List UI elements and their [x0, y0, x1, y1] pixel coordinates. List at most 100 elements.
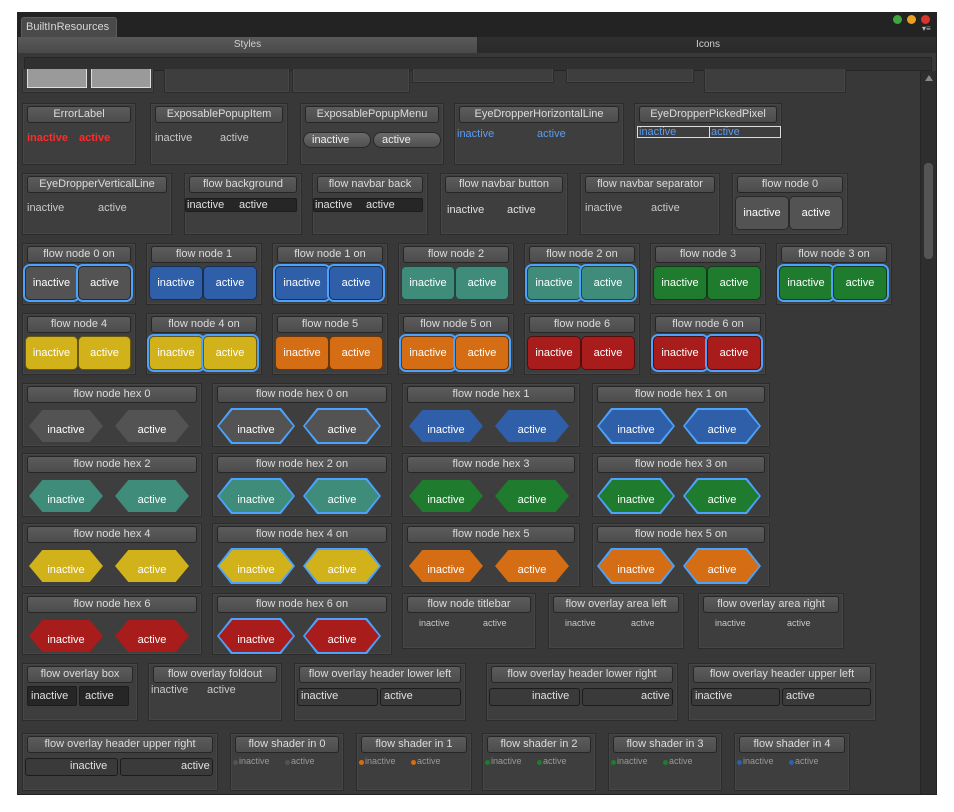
style-name-button[interactable]: ExposablePopupMenu: [305, 106, 439, 123]
active-popup[interactable]: active: [373, 132, 441, 148]
style-name-button[interactable]: flow node 2: [403, 246, 509, 263]
style-name-button[interactable]: flow overlay header lower right: [491, 666, 673, 683]
style-card-flow-background[interactable]: flow background inactive active: [184, 173, 302, 235]
style-card-flow-overlay-header-upper-right[interactable]: flow overlay header upper right inactive a…: [22, 733, 218, 791]
style-name-button[interactable]: EyeDropperVerticalLine: [27, 176, 167, 193]
style-name-button[interactable]: flow overlay header upper left: [693, 666, 871, 683]
style-name-button[interactable]: flow node hex 3 on: [597, 456, 765, 473]
style-card-flow-shader-in-0[interactable]: flow shader in 0 inactive active: [230, 733, 344, 791]
style-card-flow-navbar-back[interactable]: flow navbar back inactive active: [312, 173, 428, 235]
style-name-button[interactable]: flow overlay header upper right: [27, 736, 213, 753]
style-card-flow-node-2[interactable]: flow node 2 inactive active: [398, 243, 514, 305]
minimize-button[interactable]: [893, 15, 902, 24]
inactive-popup[interactable]: inactive: [303, 132, 371, 148]
style-name-button[interactable]: flow overlay area right: [703, 596, 839, 613]
style-card-flow-node-hex-2[interactable]: flow node hex 2 inactive active: [22, 453, 202, 517]
style-name-button[interactable]: flow node 4: [27, 316, 131, 333]
style-card-flow-node-0[interactable]: flow node 0 inactive active: [732, 173, 848, 235]
style-name-button[interactable]: flow shader in 2: [487, 736, 591, 753]
style-card-flow-shader-in-3[interactable]: flow shader in 3 inactive active: [608, 733, 722, 791]
style-name-button[interactable]: flow node 5: [277, 316, 383, 333]
style-name-button[interactable]: flow node hex 5 on: [597, 526, 765, 543]
style-name-button[interactable]: flow navbar back: [317, 176, 423, 193]
style-card-flow-node-hex-3[interactable]: flow node hex 3 inactive active: [402, 453, 580, 517]
style-card-eyedropperpickedpixel[interactable]: EyeDropperPickedPixel inactive active: [634, 103, 782, 165]
style-card-flow-node-hex-2-on[interactable]: flow node hex 2 on inactive active: [212, 453, 392, 517]
style-card-flow-node-4[interactable]: flow node 4 inactive active: [22, 313, 136, 375]
style-name-button[interactable]: flow shader in 0: [235, 736, 339, 753]
style-name-button[interactable]: flow overlay area left: [553, 596, 679, 613]
style-name-button[interactable]: flow node hex 2: [27, 456, 197, 473]
style-name-button[interactable]: flow navbar button: [445, 176, 563, 193]
style-name-button[interactable]: flow overlay box: [27, 666, 133, 683]
style-name-button[interactable]: flow node 4 on: [151, 316, 257, 333]
style-card-flow-overlay-foldout[interactable]: flow overlay foldout inactive active: [148, 663, 282, 721]
style-card-flow-node-titlebar[interactable]: flow node titlebar inactive active: [402, 593, 536, 649]
style-card-exposablepopupitem[interactable]: ExposablePopupItem inactive active: [150, 103, 288, 165]
style-card-flow-node-5[interactable]: flow node 5 inactive active: [272, 313, 388, 375]
style-card-flow-node-3[interactable]: flow node 3 inactive active: [650, 243, 766, 305]
style-name-button[interactable]: flow node 6 on: [655, 316, 761, 333]
style-name-button[interactable]: flow overlay header lower left: [299, 666, 461, 683]
style-card-flow-node-6-on[interactable]: flow node 6 on inactive active: [650, 313, 766, 375]
style-name-button[interactable]: flow navbar separator: [585, 176, 715, 193]
style-card-flow-shader-in-1[interactable]: flow shader in 1 inactive active: [356, 733, 472, 791]
style-name-button[interactable]: flow shader in 4: [739, 736, 845, 753]
style-card-flow-node-hex-0[interactable]: flow node hex 0 inactive active: [22, 383, 202, 447]
icons-tab[interactable]: Icons: [478, 37, 936, 53]
style-name-button[interactable]: ErrorLabel: [27, 106, 131, 123]
style-card-flow-node-hex-4[interactable]: flow node hex 4 inactive active: [22, 523, 202, 587]
style-card-errorlabel[interactable]: ErrorLabel inactive active: [22, 103, 136, 165]
style-name-button[interactable]: EyeDropperHorizontalLine: [459, 106, 619, 123]
style-name-button[interactable]: flow node hex 4 on: [217, 526, 387, 543]
scroll-up-icon[interactable]: [925, 75, 933, 81]
style-name-button[interactable]: flow node hex 6: [27, 596, 197, 613]
style-name-button[interactable]: flow node hex 6 on: [217, 596, 387, 613]
style-name-button[interactable]: flow shader in 3: [613, 736, 717, 753]
window-tab[interactable]: BuiltInResources: [21, 17, 117, 37]
style-card-flow-overlay-box[interactable]: flow overlay box inactive active: [22, 663, 138, 721]
style-card-flow-node-hex-5[interactable]: flow node hex 5 inactive active: [402, 523, 580, 587]
style-name-button[interactable]: flow node 5 on: [403, 316, 509, 333]
style-card-flow-node-3-on[interactable]: flow node 3 on inactive active: [776, 243, 892, 305]
style-name-button[interactable]: flow node hex 1 on: [597, 386, 765, 403]
style-card-flow-overlay-area-left[interactable]: flow overlay area left inactive active: [548, 593, 684, 649]
style-name-button[interactable]: flow node 0: [737, 176, 843, 193]
style-name-button[interactable]: flow node hex 4: [27, 526, 197, 543]
style-card-flow-node-hex-6-on[interactable]: flow node hex 6 on inactive active: [212, 593, 392, 655]
maximize-button[interactable]: [907, 15, 916, 24]
style-card-flow-navbar-separator[interactable]: flow navbar separator inactive active: [580, 173, 720, 235]
style-name-button[interactable]: flow node 3: [655, 246, 761, 263]
style-card-flow-shader-in-2[interactable]: flow shader in 2 inactive active: [482, 733, 596, 791]
context-menu-icon[interactable]: ▾≡: [922, 25, 932, 33]
vertical-scrollbar[interactable]: [920, 71, 936, 794]
style-name-button[interactable]: flow node 1: [151, 246, 257, 263]
style-card-flow-node-hex-6[interactable]: flow node hex 6 inactive active: [22, 593, 202, 655]
style-card-flow-node-1[interactable]: flow node 1 inactive active: [146, 243, 262, 305]
style-name-button[interactable]: flow node hex 1: [407, 386, 575, 403]
style-card-flow-node-hex-3-on[interactable]: flow node hex 3 on inactive active: [592, 453, 770, 517]
style-card-flow-node-0-on[interactable]: flow node 0 on inactive active: [22, 243, 136, 305]
style-card-flow-node-hex-5-on[interactable]: flow node hex 5 on inactive active: [592, 523, 770, 587]
styles-tab[interactable]: Styles: [18, 37, 478, 53]
style-card-flow-node-1-on[interactable]: flow node 1 on inactive active: [272, 243, 388, 305]
style-name-button[interactable]: flow node hex 3: [407, 456, 575, 473]
style-name-button[interactable]: flow node 6: [529, 316, 635, 333]
style-name-button[interactable]: flow node hex 0 on: [217, 386, 387, 403]
style-card-flow-overlay-header-lower-left[interactable]: flow overlay header lower left inactive ac…: [294, 663, 466, 721]
style-name-button[interactable]: flow node 2 on: [529, 246, 635, 263]
style-card-flow-navbar-button[interactable]: flow navbar button inactive active: [440, 173, 568, 235]
style-card-flow-node-hex-0-on[interactable]: flow node hex 0 on inactive active: [212, 383, 392, 447]
style-card-flow-shader-in-4[interactable]: flow shader in 4 inactive active: [734, 733, 850, 791]
style-card-eyedropperverticalline[interactable]: EyeDropperVerticalLine inactive active: [22, 173, 172, 235]
style-name-button[interactable]: flow shader in 1: [361, 736, 467, 753]
style-name-button[interactable]: flow node 3 on: [781, 246, 887, 263]
style-card-eyedropperhorizontalline[interactable]: EyeDropperHorizontalLine inactive active: [454, 103, 624, 165]
style-name-button[interactable]: flow node hex 0: [27, 386, 197, 403]
style-card-flow-node-5-on[interactable]: flow node 5 on inactive active: [398, 313, 514, 375]
style-card-flow-overlay-header-lower-right[interactable]: flow overlay header lower right inactive a…: [486, 663, 678, 721]
style-name-button[interactable]: EyeDropperPickedPixel: [639, 106, 777, 123]
style-card-flow-node-hex-1-on[interactable]: flow node hex 1 on inactive active: [592, 383, 770, 447]
style-name-button[interactable]: flow background: [189, 176, 297, 193]
style-card-flow-node-6[interactable]: flow node 6 inactive active: [524, 313, 640, 375]
